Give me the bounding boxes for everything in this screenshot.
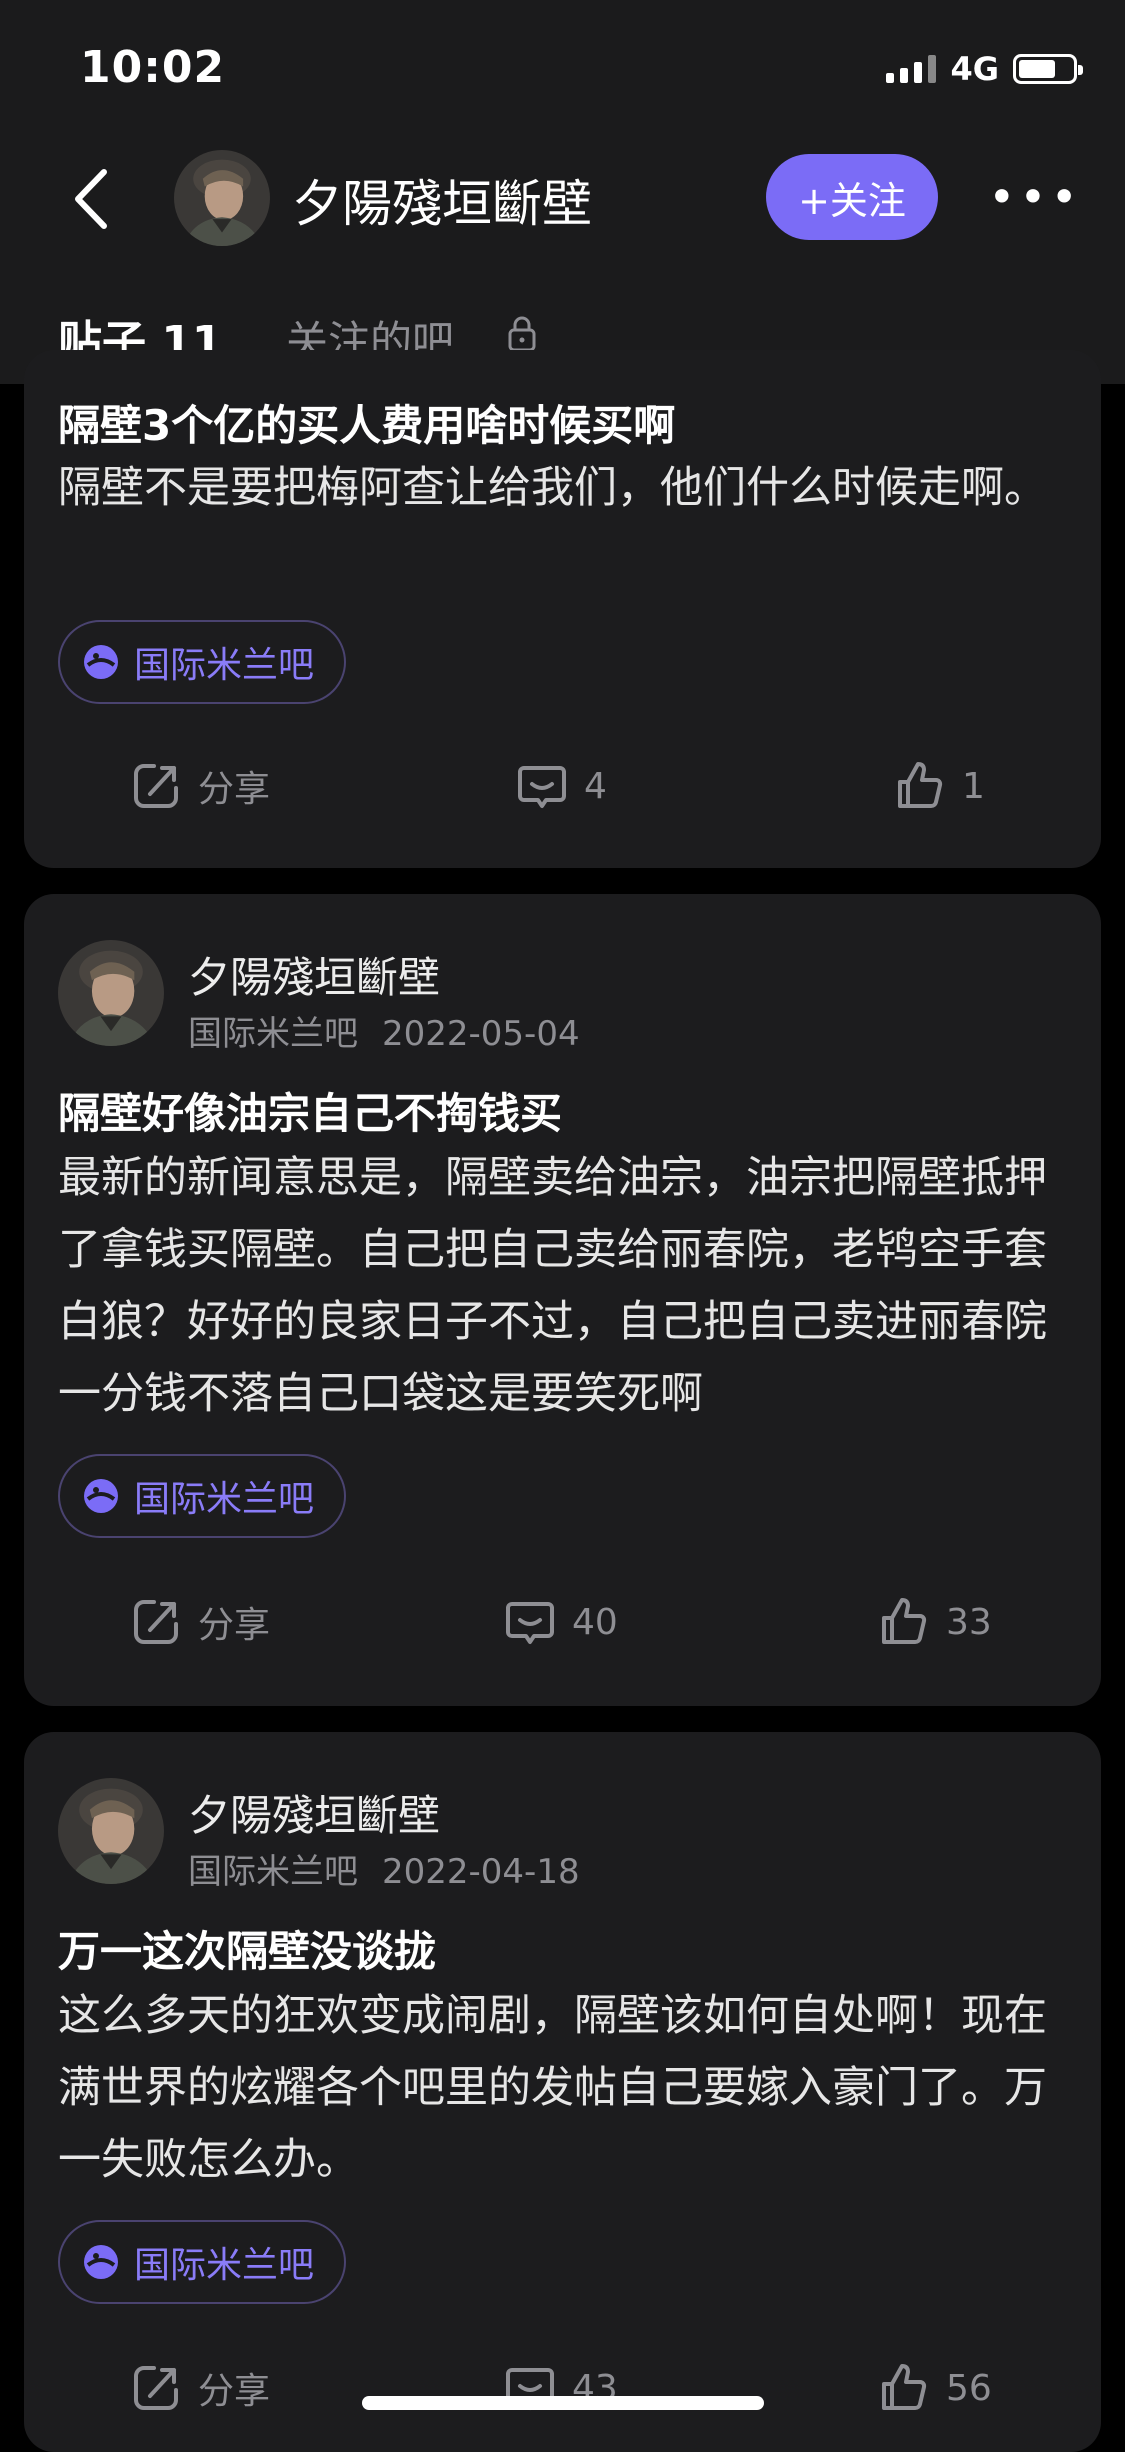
post-date: 2022-04-18 <box>382 1852 580 1892</box>
post-body: 这么多天的狂欢变成闹剧，隔壁该如何自处啊！现在满世界的炫耀各个吧里的发帖自己要嫁… <box>58 1991 1047 2185</box>
share-label: 分享 <box>198 769 271 810</box>
like-button[interactable]: 56 <box>876 2360 992 2416</box>
post-title: 隔壁3个亿的买人费用啥时候买啊 <box>58 401 676 450</box>
share-button[interactable]: 分享 <box>128 2360 270 2416</box>
like-count: 56 <box>946 2367 992 2409</box>
post-actions: 分享 43 56 <box>24 2360 1101 2430</box>
avatar[interactable] <box>58 940 164 1046</box>
post-actions: 分享 40 33 <box>24 1594 1101 1664</box>
post-meta: 国际米兰吧 2022-04-18 <box>188 1844 580 1893</box>
post-meta: 国际米兰吧 2022-05-04 <box>188 1006 580 1055</box>
post-title: 隔壁好像油宗自己不掏钱买 <box>58 1089 563 1138</box>
share-icon <box>128 758 184 814</box>
share-button[interactable]: 分享 <box>128 1594 270 1650</box>
forum-tag-label: 国际米兰吧 <box>134 645 315 686</box>
thumbs-up-icon <box>892 758 948 814</box>
post-date: 2022-05-04 <box>382 1014 580 1054</box>
post-forum-name: 国际米兰吧 <box>188 1014 358 1054</box>
thumbs-up-icon <box>876 2360 932 2416</box>
thumbs-up-icon <box>876 1594 932 1650</box>
profile-username: 夕陽殘垣斷壁 <box>292 175 592 233</box>
share-label: 分享 <box>198 1605 271 1646</box>
forum-icon <box>82 643 120 681</box>
post-body: 隔壁不是要把梅阿查让给我们，他们什么时候走啊。 <box>58 463 1047 513</box>
forum-icon <box>82 1477 120 1515</box>
post-body: 最新的新闻意思是，隔壁卖给油宗，油宗把隔壁抵押了拿钱买隔壁。自己把自己卖给丽春院… <box>58 1153 1047 1419</box>
forum-tag[interactable]: 国际米兰吧 <box>58 1454 346 1538</box>
status-bar: 10:02 4G <box>0 0 1125 134</box>
like-button[interactable]: 33 <box>876 1594 992 1650</box>
share-label: 分享 <box>198 2371 271 2412</box>
post-card[interactable]: 夕陽殘垣斷壁 国际米兰吧 2022-05-04 隔壁好像油宗自己不掏钱买 最新的新… <box>24 894 1101 1706</box>
share-button[interactable]: 分享 <box>128 758 270 814</box>
status-indicators: 4G <box>886 50 1083 88</box>
back-chevron-icon[interactable] <box>64 164 124 234</box>
lock-icon <box>506 314 538 354</box>
comment-count: 40 <box>572 1601 618 1643</box>
forum-tag[interactable]: 国际米兰吧 <box>58 2220 346 2304</box>
battery-icon <box>1013 54 1083 84</box>
post-card[interactable]: 夕陽殘垣斷壁 国际米兰吧 2022-04-18 万一这次隔壁没谈拢 这么多天的狂欢… <box>24 1732 1101 2452</box>
post-author[interactable]: 夕陽殘垣斷壁 <box>188 1782 440 1843</box>
status-time: 10:02 <box>80 42 226 93</box>
avatar[interactable] <box>58 1778 164 1884</box>
home-indicator[interactable] <box>362 2396 764 2410</box>
signal-icon <box>886 55 937 83</box>
post-forum-name: 国际米兰吧 <box>188 1852 358 1892</box>
forum-tag[interactable]: 国际米兰吧 <box>58 620 346 704</box>
post-card[interactable]: 隔壁3个亿的买人费用啥时候买啊 隔壁不是要把梅阿查让给我们，他们什么时候走啊。 … <box>24 350 1101 868</box>
like-count: 1 <box>962 765 985 807</box>
network-label: 4G <box>950 50 999 88</box>
like-count: 33 <box>946 1601 992 1643</box>
post-author[interactable]: 夕陽殘垣斷壁 <box>188 944 440 1005</box>
share-icon <box>128 1594 184 1650</box>
share-icon <box>128 2360 184 2416</box>
comment-icon <box>502 1594 558 1650</box>
comment-count: 4 <box>584 765 607 807</box>
comment-button[interactable]: 4 <box>514 758 607 814</box>
comment-icon <box>514 758 570 814</box>
forum-tag-label: 国际米兰吧 <box>134 2245 315 2286</box>
post-actions: 分享 4 1 <box>24 758 1101 828</box>
nav-bar: 夕陽殘垣斷壁 +关注 ••• <box>0 134 1125 266</box>
post-title: 万一这次隔壁没谈拢 <box>58 1927 437 1976</box>
forum-tag-label: 国际米兰吧 <box>134 1479 315 1520</box>
comment-button[interactable]: 40 <box>502 1594 618 1650</box>
like-button[interactable]: 1 <box>892 758 985 814</box>
avatar[interactable] <box>174 150 270 246</box>
follow-button[interactable]: +关注 <box>766 154 938 240</box>
forum-icon <box>82 2243 120 2281</box>
more-options-icon[interactable]: ••• <box>988 170 1077 224</box>
